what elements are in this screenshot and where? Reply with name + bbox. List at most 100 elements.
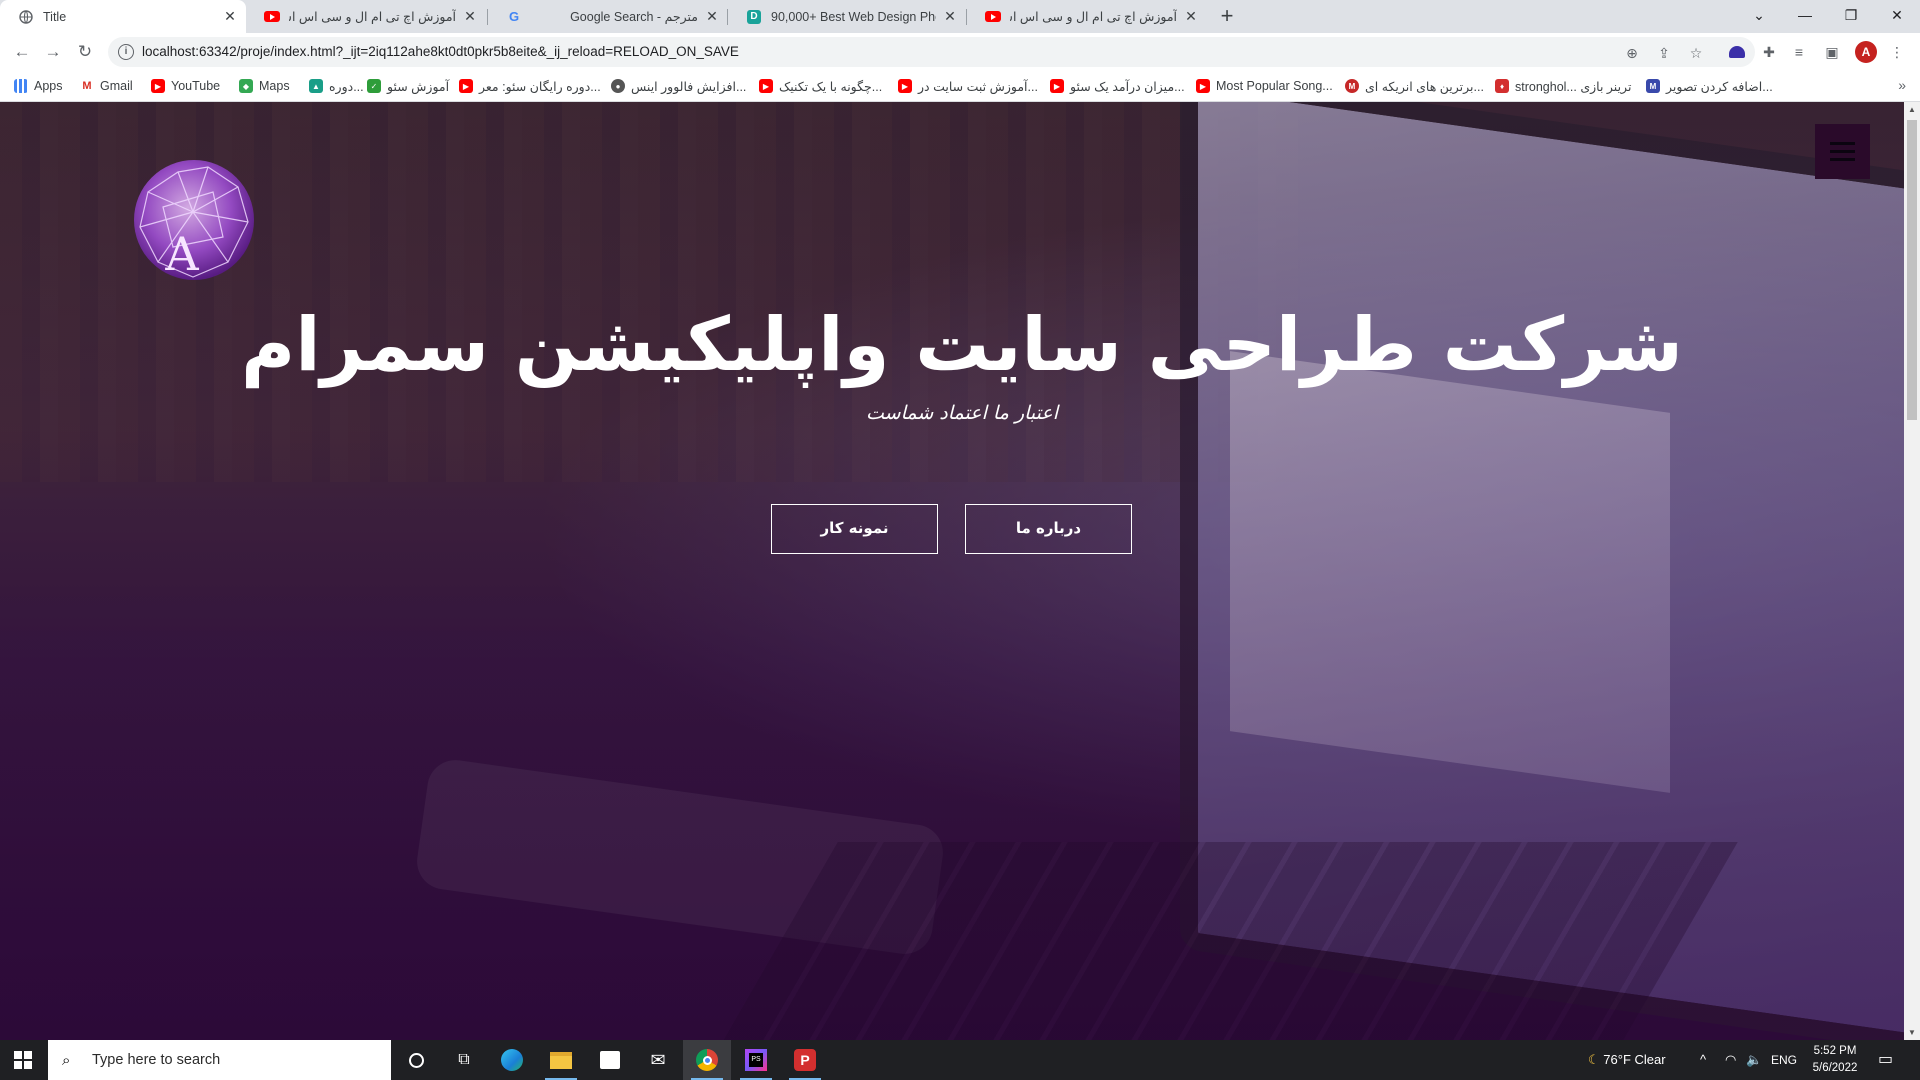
profile-avatar[interactable]: A — [1855, 41, 1877, 63]
youtube-icon — [985, 9, 1001, 25]
bookmark-label: آموزش ثبت سایت در... — [918, 79, 1038, 94]
show-hidden-icons-icon[interactable]: ^ — [1700, 1040, 1706, 1080]
tab-youtube-1[interactable]: آموزش اچ تی ام ال و سی اس اس - ✕ — [246, 0, 486, 33]
youtube-icon: ▶ — [759, 79, 773, 93]
hero-section: A شرکت طراحی سایت واپلیکیشن سمرام اعتبار… — [0, 102, 1904, 1040]
portfolio-button[interactable]: نمونه کار — [771, 504, 938, 554]
weather-widget[interactable]: ☾ 76°F Clear — [1588, 1040, 1666, 1080]
bookmark-seo[interactable]: ✓ آموزش سئو — [367, 71, 449, 101]
bookmark-seo-income[interactable]: ▶ میزان درآمد یک سئو... — [1050, 71, 1185, 101]
bookmark-add-image[interactable]: M اضافه کردن تصویر... — [1646, 71, 1773, 101]
share-icon[interactable]: ⇪ — [1655, 44, 1673, 62]
windows-taskbar: ⌕ Type here to search ⧉ ✉ PS P ☾ 76°F Cl… — [0, 1040, 1920, 1080]
extension-hat-icon[interactable] — [1727, 42, 1747, 62]
zoom-icon[interactable]: ⊕ — [1623, 44, 1641, 62]
tab-google[interactable]: G Google Search - مترجم ✕ — [488, 0, 728, 33]
globe-icon — [18, 9, 34, 25]
notification-icon[interactable]: ▭ — [1878, 1040, 1893, 1080]
phpstorm-icon[interactable]: PS — [732, 1040, 780, 1080]
bookmark-label: دوره رایگان سئو: معر... — [479, 79, 601, 94]
hero-subtitle: اعتبار ما اعتماد شماست — [866, 402, 1058, 424]
address-bar[interactable]: i localhost:63342/proje/index.html?_ijt=… — [108, 37, 1755, 67]
close-icon[interactable]: ✕ — [704, 8, 720, 25]
menu-line — [1830, 142, 1855, 145]
star-bookmark-icon[interactable]: ☆ — [1687, 44, 1705, 62]
taskbar-search-box[interactable]: ⌕ Type here to search — [48, 1040, 391, 1080]
store-icon[interactable] — [586, 1040, 634, 1080]
back-arrow-icon[interactable]: ← — [10, 40, 34, 64]
tab-youtube-2[interactable]: آموزش اچ تی ام ال و سی اس اس - ✕ — [967, 0, 1207, 33]
close-icon[interactable]: ✕ — [1183, 8, 1199, 25]
about-us-button[interactable]: درباره ما — [965, 504, 1132, 554]
tab-title[interactable]: Title ✕ — [0, 0, 246, 33]
file-explorer-icon[interactable] — [537, 1040, 585, 1080]
menu-line — [1830, 150, 1855, 153]
bookmark-label: Gmail — [100, 79, 133, 93]
scrollbar-thumb[interactable] — [1907, 120, 1917, 420]
bookmark-stronghold[interactable]: ♦ stronghol... ترینر بازی — [1495, 71, 1631, 101]
bookmark-enrique[interactable]: M برترین های انریکه ای... — [1345, 71, 1484, 101]
bookmark-gmail[interactable]: M Gmail — [80, 71, 133, 101]
bookmark-technique[interactable]: ▶ چگونه با یک تکنیک... — [759, 71, 882, 101]
new-tab-button[interactable]: + — [1214, 4, 1240, 30]
close-icon[interactable]: ✕ — [222, 8, 238, 25]
volume-icon[interactable]: 🔈 — [1746, 1040, 1762, 1080]
page-scrollbar[interactable]: ▲ ▼ — [1904, 102, 1920, 1040]
chevron-right-icon[interactable]: » — [1898, 77, 1906, 93]
more-menu-icon[interactable]: ⋮ — [1887, 42, 1907, 62]
tab-label: آموزش اچ تی ام ال و سی اس اس - — [1010, 10, 1177, 24]
edge-icon[interactable] — [488, 1040, 536, 1080]
globe-icon: ● — [611, 79, 625, 93]
reading-list-icon[interactable]: ≡ — [1789, 42, 1809, 62]
info-icon[interactable]: i — [118, 44, 134, 60]
mail-icon[interactable]: ✉ — [634, 1040, 682, 1080]
bookmark-label: میزان درآمد یک سئو... — [1070, 79, 1185, 94]
puzzle-extensions-icon[interactable]: ✚ — [1759, 42, 1779, 62]
youtube-icon: ▶ — [151, 79, 165, 93]
bookmark-m-icon: M — [1646, 79, 1660, 93]
close-icon[interactable]: ✕ — [942, 8, 958, 25]
psiphon-icon[interactable]: P — [781, 1040, 829, 1080]
shield-icon: ♦ — [1495, 79, 1509, 93]
taskbar-clock[interactable]: 5:52 PM 5/6/2022 — [1800, 1043, 1870, 1077]
url-text[interactable]: localhost:63342/proje/index.html?_ijt=2i… — [142, 37, 739, 67]
bookmark-youtube[interactable]: ▶ YouTube — [151, 71, 220, 101]
bookmark-label: Most Popular Song... — [1216, 79, 1333, 93]
hero-overlay — [0, 102, 1904, 1040]
apps-grid-icon — [14, 79, 28, 93]
forward-arrow-icon[interactable]: → — [41, 40, 65, 64]
close-window-button[interactable]: ✕ — [1874, 0, 1920, 33]
chrome-icon[interactable] — [683, 1040, 731, 1080]
restore-button[interactable]: ❐ — [1828, 0, 1874, 33]
scroll-up-icon[interactable]: ▲ — [1908, 105, 1916, 114]
bookmark-site-register[interactable]: ▶ آموزش ثبت سایت در... — [898, 71, 1038, 101]
bookmark-course[interactable]: ▲ دوره... — [309, 71, 364, 101]
hamburger-menu-button[interactable] — [1815, 124, 1870, 179]
site-logo[interactable]: A — [128, 152, 258, 292]
tab-label: Title — [43, 9, 67, 24]
bookmark-popular-songs[interactable]: ▶ Most Popular Song... — [1196, 71, 1333, 101]
bookmark-label: اضافه کردن تصویر... — [1666, 79, 1773, 94]
close-icon[interactable]: ✕ — [462, 8, 478, 25]
bookmark-label: دوره... — [329, 79, 364, 94]
network-icon[interactable]: ◠ — [1725, 1040, 1736, 1080]
task-view-icon[interactable]: ⧉ — [440, 1040, 488, 1080]
bookmark-maps[interactable]: ◆ Maps — [239, 71, 290, 101]
bookmark-apps[interactable]: Apps — [14, 71, 63, 101]
side-panel-icon[interactable]: ▣ — [1822, 42, 1842, 62]
bookmark-label: آموزش سئو — [387, 79, 450, 94]
bookmark-seo-free[interactable]: ▶ دوره رایگان سئو: معر... — [459, 71, 601, 101]
scroll-down-icon[interactable]: ▼ — [1908, 1028, 1916, 1037]
bookmark-instagram[interactable]: ● افزایش فالوور اینس... — [611, 71, 746, 101]
language-indicator[interactable]: ENG — [1771, 1040, 1797, 1080]
cortana-icon[interactable] — [392, 1040, 440, 1080]
windows-start-button[interactable] — [0, 1040, 46, 1080]
reload-icon[interactable]: ↻ — [73, 40, 97, 64]
tab-search-icon[interactable]: ⌄ — [1736, 0, 1782, 33]
youtube-icon: ▶ — [459, 79, 473, 93]
minimize-button[interactable]: — — [1782, 0, 1828, 33]
tab-design-photos[interactable]: D 90,000+ Best Web Design Photos ✕ — [728, 0, 966, 33]
hero-title: شرکت طراحی سایت واپلیکیشن سمرام — [241, 302, 1683, 388]
search-icon: ⌕ — [62, 1051, 71, 1069]
browser-toolbar: ← → ↻ i localhost:63342/proje/index.html… — [0, 33, 1920, 71]
